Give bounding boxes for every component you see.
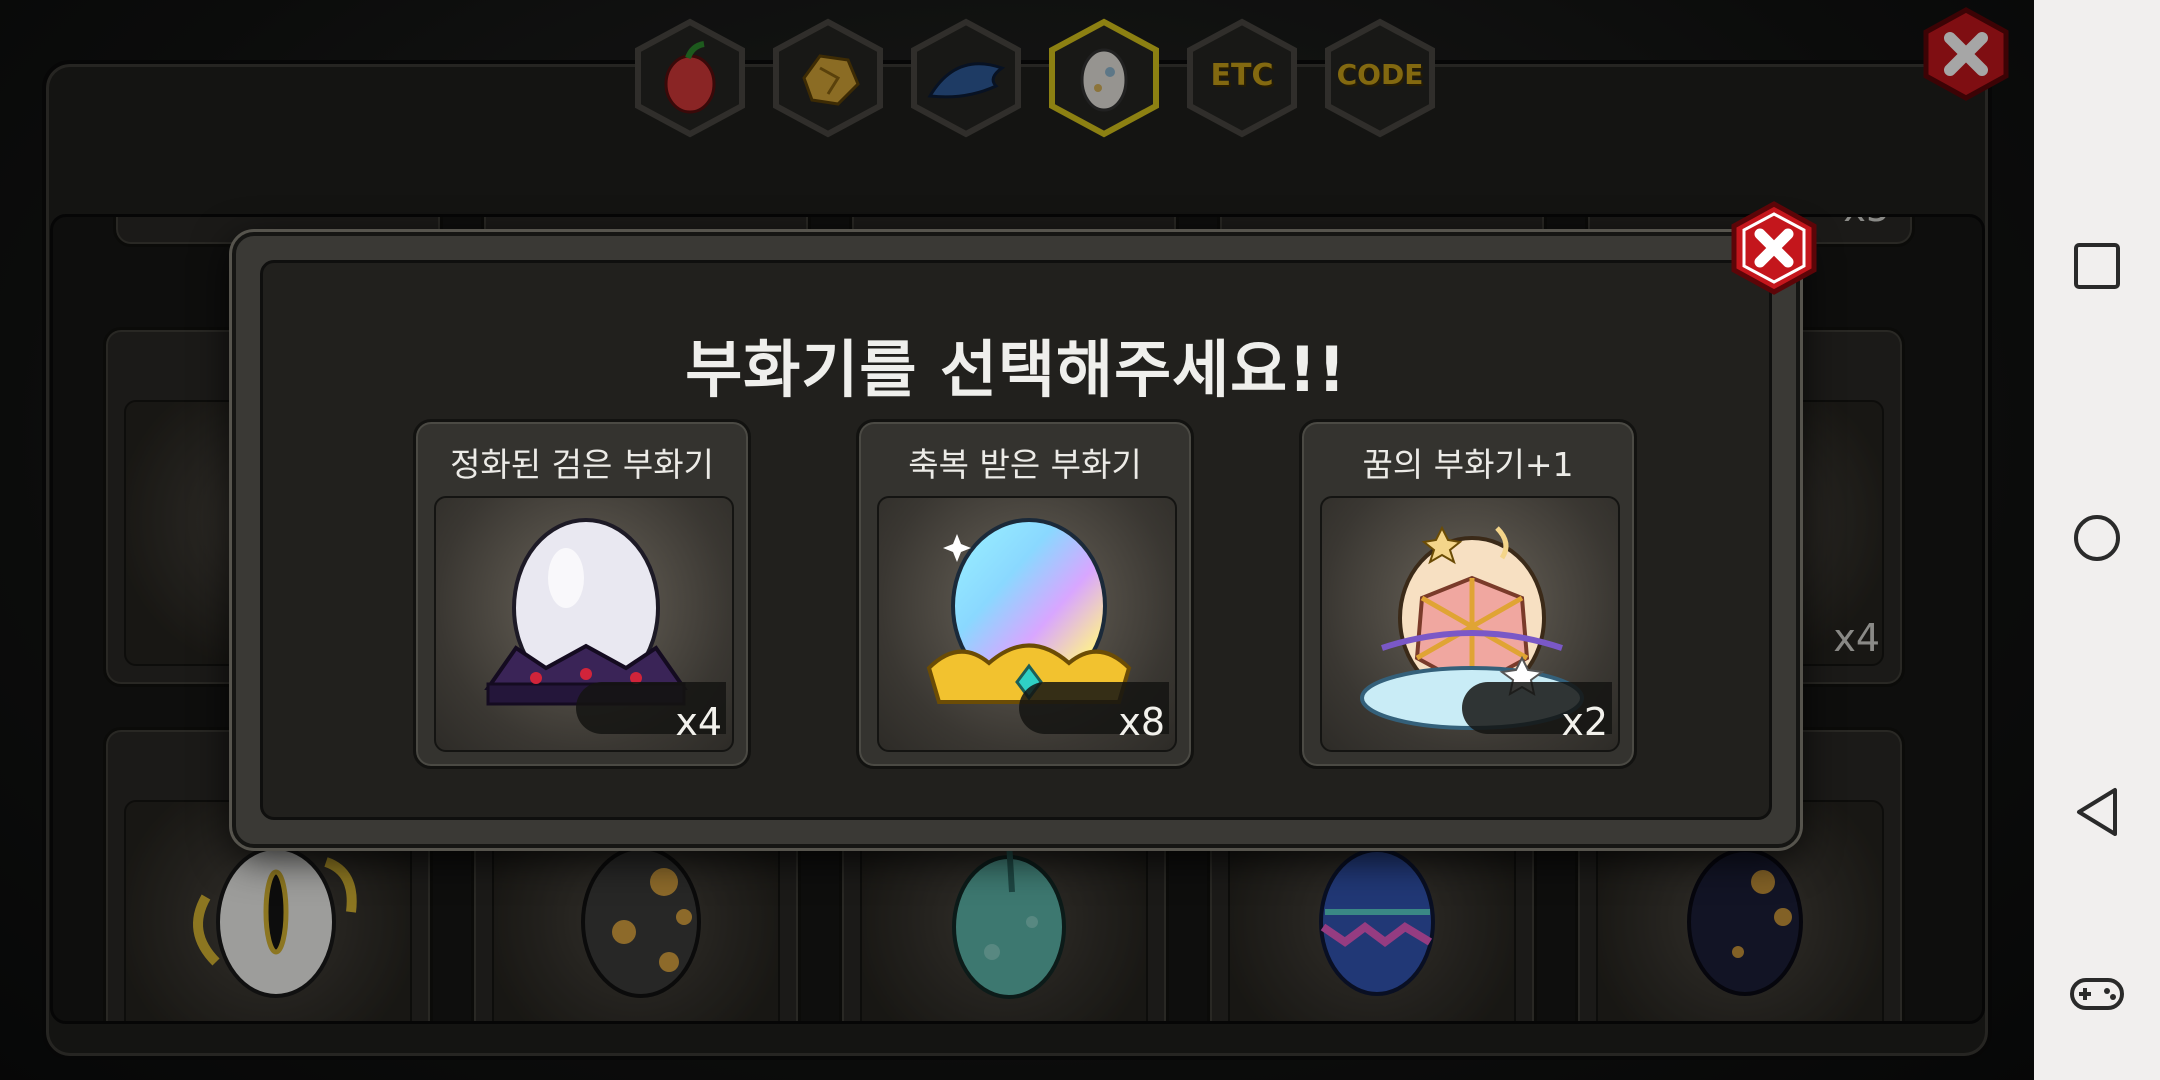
back-icon — [2077, 788, 2117, 836]
incubator-card-purified-black[interactable]: 정화된 검은 부화기 x4 — [413, 419, 751, 769]
recent-apps-icon — [2074, 243, 2120, 289]
incubator-card-blessed[interactable]: 축복 받은 부화기 x8 — [856, 419, 1194, 769]
incubator-count: x2 — [1561, 700, 1608, 744]
dialog-title: 부화기를 선택해주세요!! — [685, 333, 1347, 406]
incubator-count: x4 — [675, 700, 722, 744]
incubator-name: 꿈의 부화기+1 — [1362, 445, 1574, 484]
gamepad-icon — [2070, 978, 2124, 1010]
close-icon — [1731, 201, 1817, 295]
close-dialog-button[interactable] — [1726, 200, 1822, 296]
game-screen: x5 타이 x4 유니 — [0, 0, 2034, 1080]
game-tools-button[interactable] — [2067, 964, 2127, 1024]
android-navigation-bar — [2034, 0, 2160, 1080]
incubator-card-dream[interactable]: 꿈의 부화기+1 x2 — [1299, 419, 1637, 769]
dialog-body: 부화기를 선택해주세요!! 정화된 검은 부화기 x4 축복 받은 부화기 x8… — [260, 260, 1772, 820]
home-button[interactable] — [2067, 508, 2127, 568]
incubator-count: x8 — [1118, 700, 1165, 744]
home-icon — [2074, 515, 2120, 561]
incubator-name: 축복 받은 부화기 — [908, 445, 1142, 484]
incubator-name: 정화된 검은 부화기 — [450, 445, 714, 484]
recent-apps-button[interactable] — [2067, 236, 2127, 296]
back-button[interactable] — [2067, 782, 2127, 842]
incubator-select-dialog: 부화기를 선택해주세요!! 정화된 검은 부화기 x4 축복 받은 부화기 x8… — [232, 232, 1800, 848]
